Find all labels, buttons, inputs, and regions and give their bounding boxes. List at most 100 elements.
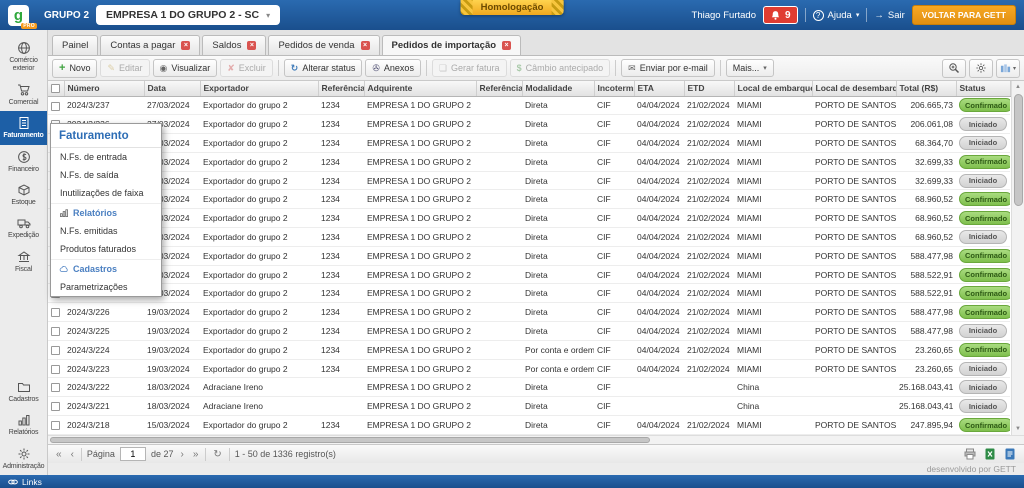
tab-contas-a-pagar[interactable]: Contas a pagar× [100, 35, 200, 55]
table-row[interactable]: 2024/3/21815/03/2024Exportador do grupo … [48, 416, 1010, 435]
links-label[interactable]: Links [22, 477, 42, 487]
table-row[interactable]: 2024/3/22619/03/2024Exportador do grupo … [48, 303, 1010, 322]
scroll-up-icon[interactable]: ▲ [1012, 81, 1024, 93]
sidebar-item-estoque[interactable]: Estoque [0, 178, 47, 211]
tab-painel[interactable]: Painel [52, 35, 98, 55]
close-icon[interactable]: × [502, 41, 511, 50]
tab-pedidos-de-importacao[interactable]: Pedidos de importação× [382, 35, 522, 55]
sidebar-item-comercial[interactable]: Comercial [0, 78, 47, 111]
gerar-fatura-button[interactable]: ❏Gerar fatura [432, 59, 507, 77]
column-header-modalidade[interactable]: Modalidade [522, 81, 594, 96]
visualizar-button[interactable]: ◉Visualizar [153, 59, 218, 77]
sidebar-item-faturamento[interactable]: Faturamento [0, 111, 47, 144]
table-row[interactable]: 2024/3/22118/03/2024Adraciane IrenoEMPRE… [48, 397, 1010, 416]
column-header-adquirente[interactable]: Adquirente [364, 81, 476, 96]
anexos-button[interactable]: ✇Anexos [365, 59, 421, 77]
page-input[interactable] [120, 447, 146, 461]
novo-button[interactable]: +Novo [52, 59, 97, 78]
column-header-local-de-embarque[interactable]: Local de embarque [734, 81, 812, 96]
table-row[interactable]: 2024/3/22820/03/2024Exportador do grupo … [48, 265, 1010, 284]
enviar-por-e-mail-button[interactable]: ✉Enviar por e-mail [621, 59, 715, 77]
table-row[interactable]: 2024/3/23517/03/2024Exportador do grupo … [48, 134, 1010, 153]
row-checkbox[interactable] [48, 359, 64, 378]
table-row[interactable]: 2024/3/22218/03/2024Adraciane IrenoEMPRE… [48, 378, 1010, 397]
horizontal-scrollbar[interactable] [48, 435, 1024, 444]
column-header-status[interactable]: Status [956, 81, 1010, 96]
mais-button[interactable]: Mais...▾ [726, 59, 774, 77]
next-page-button[interactable]: › [178, 449, 185, 460]
row-checkbox[interactable] [48, 416, 64, 435]
column-header-exportador[interactable]: Exportador [200, 81, 318, 96]
sidebar-item-relatorios[interactable]: Relatórios [0, 408, 47, 441]
row-checkbox[interactable] [48, 397, 64, 416]
sidebar-item-cadastros[interactable]: Cadastros [0, 375, 47, 408]
table-row[interactable]: 2024/3/22719/03/2024Exportador do grupo … [48, 284, 1010, 303]
sidebar-item-administracao[interactable]: Administração [0, 442, 47, 475]
last-page-button[interactable]: » [191, 449, 201, 460]
table-row[interactable]: 2024/3/22319/03/2024Exportador do grupo … [48, 359, 1010, 378]
excel-export-icon[interactable] [982, 447, 998, 461]
row-checkbox[interactable] [48, 96, 64, 115]
help-button[interactable]: ? Ajuda ▾ [813, 10, 860, 21]
table-row[interactable]: 2024/3/22519/03/2024Exportador do grupo … [48, 322, 1010, 341]
app-logo[interactable]: g PRO [8, 5, 29, 26]
column-header-local-de-desembarque[interactable]: Local de desembarque [812, 81, 896, 96]
menu-item-produtos-faturados[interactable]: Produtos faturados [51, 240, 161, 258]
column-header-referencia[interactable]: Referência [318, 81, 364, 96]
column-header-total-r[interactable]: Total (R$) [896, 81, 956, 96]
scrollbar-thumb[interactable] [1014, 94, 1023, 206]
notifications-button[interactable]: 9 [763, 6, 798, 24]
row-checkbox[interactable] [48, 340, 64, 359]
table-row[interactable]: 2024/3/23119/03/2024Exportador do grupo … [48, 209, 1010, 228]
settings-icon[interactable] [969, 59, 993, 78]
editar-button[interactable]: ✎Editar [100, 59, 149, 77]
close-icon[interactable]: × [361, 41, 370, 50]
close-icon[interactable]: × [181, 41, 190, 50]
menu-item-n-fs-emitidas[interactable]: N.Fs. emitidas [51, 222, 161, 240]
table-row[interactable]: 2024/3/23727/03/2024Exportador do grupo … [48, 96, 1010, 115]
menu-item-n-fs-de-entrada[interactable]: N.Fs. de entrada [51, 148, 161, 166]
table-row[interactable]: 2024/3/23318/03/2024Exportador do grupo … [48, 171, 1010, 190]
alterar-status-button[interactable]: ↻Alterar status [284, 59, 363, 77]
sidebar-item-financeiro[interactable]: Financeiro [0, 145, 47, 178]
scrollbar-thumb[interactable] [50, 437, 650, 443]
column-header-referencia[interactable]: Referência [476, 81, 522, 96]
table-row[interactable]: 2024/3/23222/03/2024Exportador do grupo … [48, 190, 1010, 209]
column-header-data[interactable]: Data [144, 81, 200, 96]
row-checkbox[interactable] [48, 322, 64, 341]
column-header-eta[interactable]: ETA [634, 81, 684, 96]
prev-page-button[interactable]: ‹ [69, 449, 76, 460]
scroll-down-icon[interactable]: ▼ [1012, 423, 1024, 435]
table-row[interactable]: 2024/3/23019/03/2024Exportador do grupo … [48, 228, 1010, 247]
sidebar-item-expedicao[interactable]: Expedição [0, 211, 47, 244]
back-to-gett-button[interactable]: VOLTAR PARA GETT [912, 5, 1016, 25]
refresh-icon[interactable]: ↻ [211, 449, 223, 460]
tab-pedidos-de-venda[interactable]: Pedidos de venda× [268, 35, 379, 55]
pdf-export-icon[interactable] [1002, 447, 1018, 461]
column-header-incoterms[interactable]: Incoterms [594, 81, 634, 96]
columns-icon[interactable]: ▾ [996, 59, 1020, 78]
cambio-antecipado-button[interactable]: $Câmbio antecipado [510, 59, 611, 77]
zoom-icon[interactable] [942, 59, 966, 78]
table-row[interactable]: 2024/3/22419/03/2024Exportador do grupo … [48, 340, 1010, 359]
close-icon[interactable]: × [247, 41, 256, 50]
row-checkbox[interactable] [48, 303, 64, 322]
table-row[interactable]: 2024/3/22919/03/2024Exportador do grupo … [48, 246, 1010, 265]
excluir-button[interactable]: ✘Excluir [220, 59, 273, 77]
column-header-etd[interactable]: ETD [684, 81, 734, 96]
tab-saldos[interactable]: Saldos× [202, 35, 266, 55]
print-icon[interactable] [962, 447, 978, 461]
company-selector[interactable]: EMPRESA 1 DO GRUPO 2 - SC ▾ [96, 5, 280, 25]
vertical-scrollbar[interactable]: ▲ ▼ [1011, 81, 1024, 435]
sidebar-item-comercio-exterior[interactable]: Comércio exterior [0, 36, 47, 78]
column-header-numero[interactable]: Número [64, 81, 144, 96]
first-page-button[interactable]: « [54, 449, 64, 460]
sidebar-item-fiscal[interactable]: Fiscal [0, 245, 47, 278]
row-checkbox[interactable] [48, 378, 64, 397]
menu-item-inutilizacoes-de-faixa[interactable]: Inutilizações de faixa [51, 184, 161, 202]
menu-item-n-fs-de-saida[interactable]: N.Fs. de saída [51, 166, 161, 184]
select-all-checkbox[interactable] [48, 81, 64, 96]
table-row[interactable]: 2024/3/23418/03/2024Exportador do grupo … [48, 152, 1010, 171]
logout-button[interactable]: → Sair [874, 10, 904, 21]
table-row[interactable]: 2024/3/23627/03/2024Exportador do grupo … [48, 115, 1010, 134]
